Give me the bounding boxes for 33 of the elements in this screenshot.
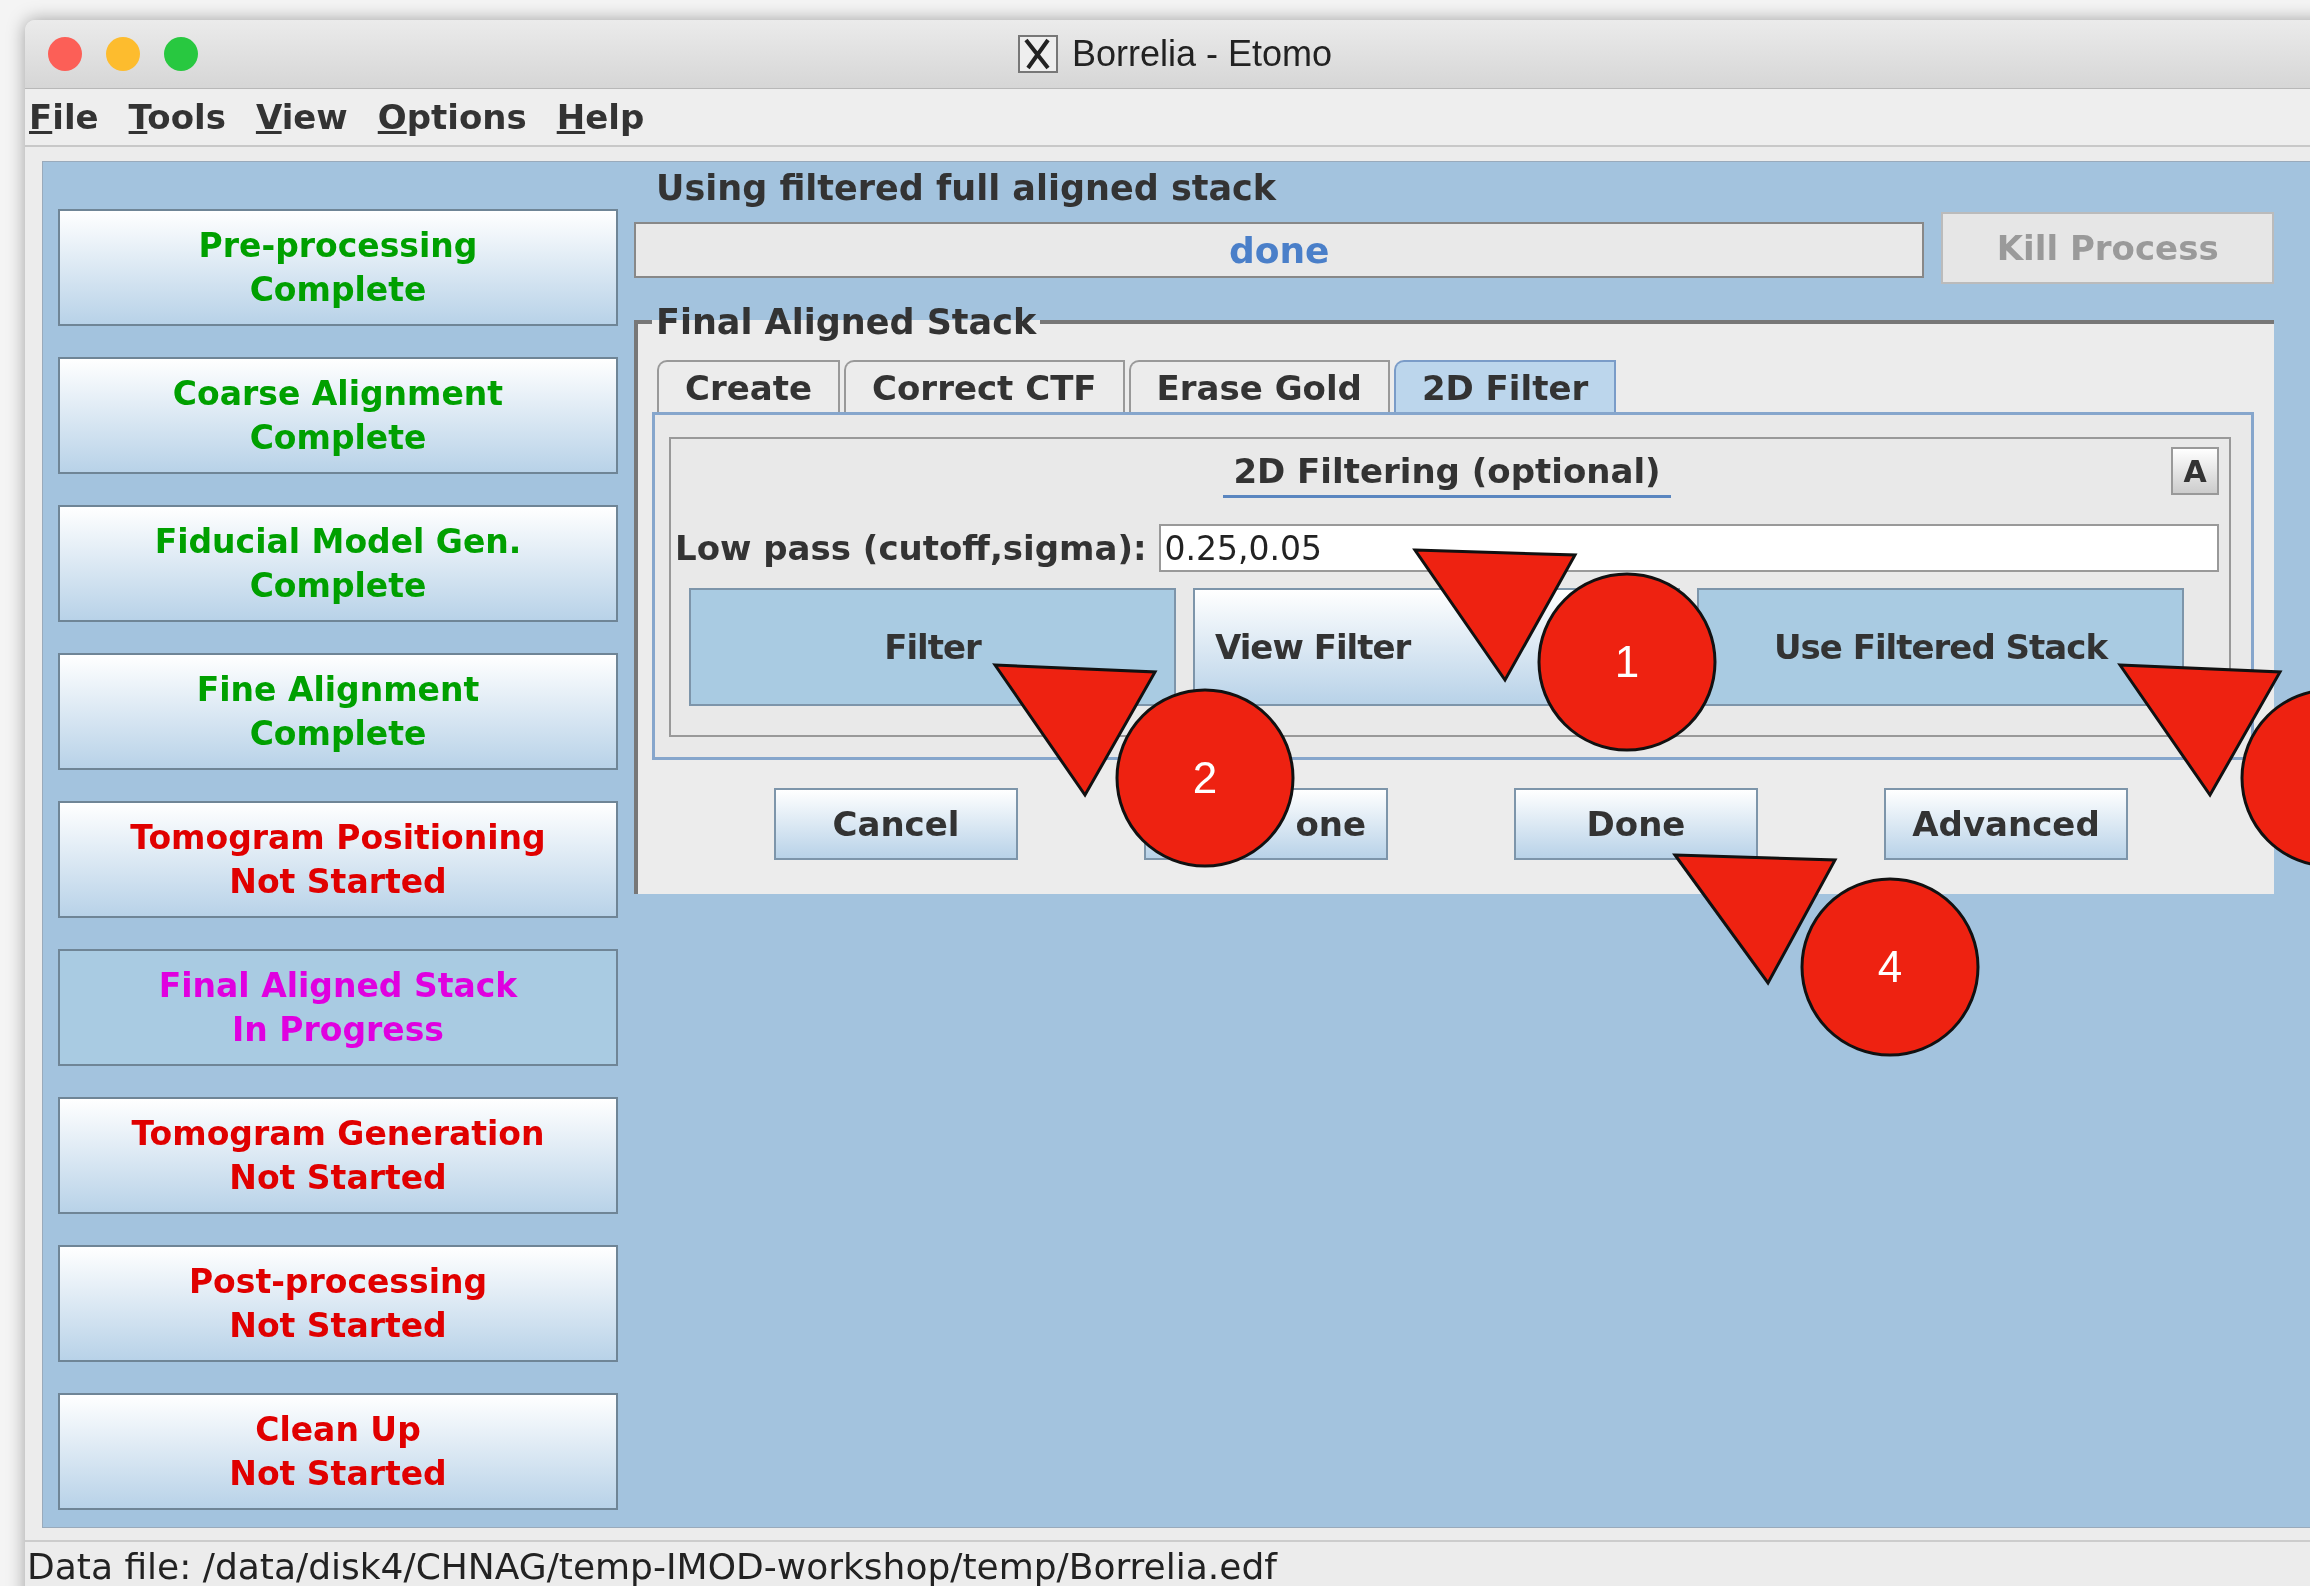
action-button[interactable]: Use Filtered Stack: [1697, 588, 2184, 706]
dialog-button[interactable]: Done: [1514, 788, 1758, 860]
callout-number: 4: [1877, 942, 1903, 991]
close-icon[interactable]: [48, 37, 82, 71]
menu-item[interactable]: Tools: [128, 97, 226, 137]
minimize-icon[interactable]: [106, 37, 140, 71]
field-label: Low pass (cutoff,sigma):: [675, 528, 1147, 568]
x-window-icon: [1018, 35, 1058, 73]
callout-number: 2: [1192, 753, 1218, 802]
window-title: Borrelia - Etomo: [1072, 33, 1333, 75]
section-title: 2D Filtering (optional): [1223, 450, 1671, 498]
tab[interactable]: Correct CTF: [844, 360, 1125, 412]
process-button[interactable]: Tomogram Generation Not Started: [58, 1097, 618, 1214]
action-button[interactable]: Filter: [689, 588, 1176, 706]
advanced-toggle-button[interactable]: A: [2171, 447, 2219, 495]
tab[interactable]: 2D Filter: [1393, 360, 1617, 412]
dialog-button[interactable]: Advanced: [1884, 788, 2128, 860]
dialog-button[interactable]: Cancel: [774, 788, 1018, 860]
input-field[interactable]: 0.25,0.05: [1158, 524, 2219, 572]
tab[interactable]: Create: [657, 360, 841, 412]
group-title: Final Aligned Stack: [655, 302, 1038, 342]
menu-item[interactable]: Help: [556, 97, 645, 137]
process-button[interactable]: Post-processing Not Started: [58, 1245, 618, 1362]
menu-item[interactable]: View: [255, 97, 348, 137]
menu-item[interactable]: Options: [377, 97, 527, 137]
status-bar: Data file: /data/disk4/CHNAG/temp-IMOD-workshop/temp/Borrelia.edf: [25, 1540, 2310, 1586]
process-button[interactable]: Clean Up Not Started: [58, 1393, 618, 1510]
process-button[interactable]: Tomogram Positioning Not Started: [58, 801, 618, 918]
callout-number: 1: [1614, 637, 1640, 686]
zoom-icon[interactable]: [164, 37, 198, 71]
menu-item[interactable]: File: [29, 97, 99, 137]
status-heading: Using filtered full aligned stack: [655, 167, 1278, 210]
tab[interactable]: Erase Gold: [1128, 360, 1390, 412]
